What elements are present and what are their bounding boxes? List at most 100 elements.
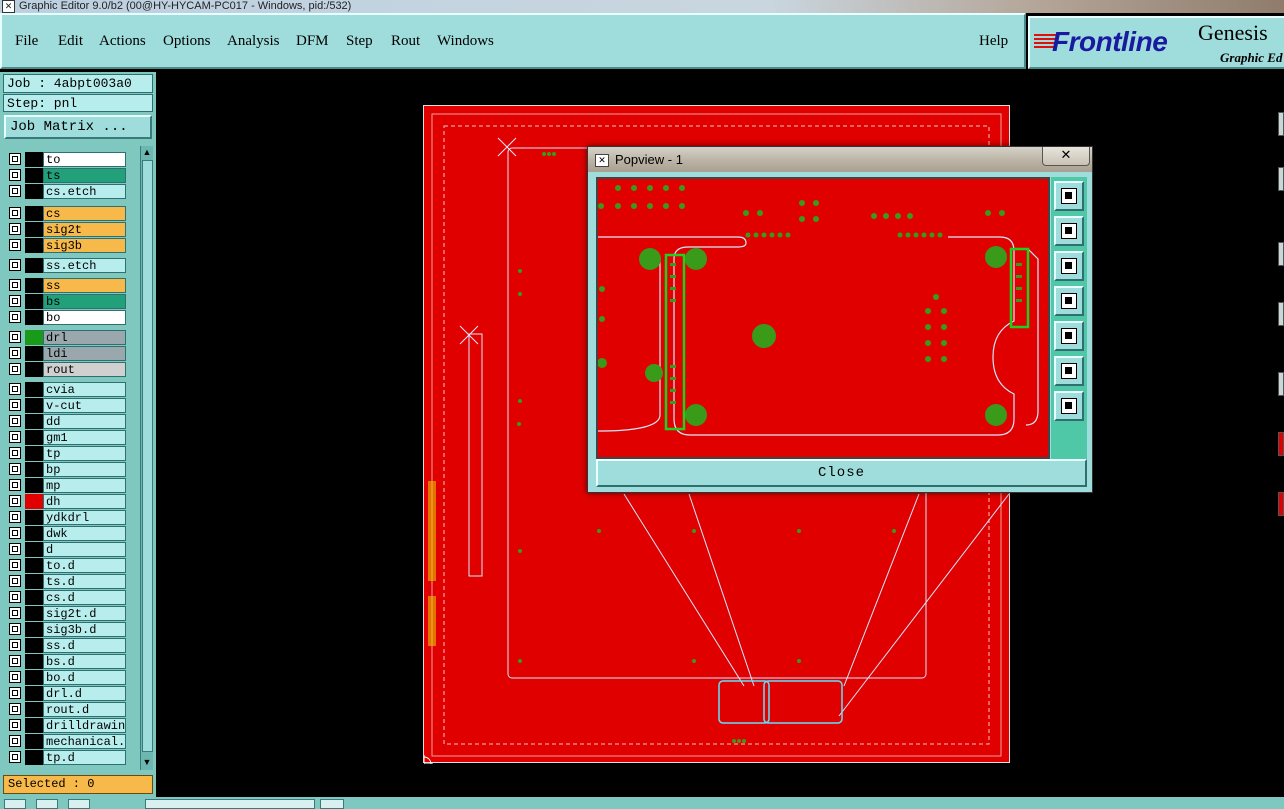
layer-name[interactable]: ldi <box>43 346 126 361</box>
layer-name[interactable]: dwk <box>43 526 126 541</box>
layer-checkbox[interactable] <box>9 239 21 251</box>
layer-row[interactable]: ss.etch <box>6 258 126 273</box>
layer-row[interactable]: dh <box>6 494 126 509</box>
layer-row[interactable]: ldi <box>6 346 126 361</box>
layer-row[interactable]: bs <box>6 294 126 309</box>
layer-checkbox[interactable] <box>9 591 21 603</box>
layer-checkbox[interactable] <box>9 703 21 715</box>
layer-checkbox[interactable] <box>9 153 21 165</box>
layer-row[interactable]: bo.d <box>6 670 126 685</box>
layer-checkbox[interactable] <box>9 639 21 651</box>
menu-help[interactable]: Help <box>979 33 1008 50</box>
layer-row[interactable]: rout.d <box>6 702 126 717</box>
layer-name[interactable]: cs <box>43 206 126 221</box>
zoom-window-icon[interactable] <box>1054 181 1084 211</box>
menu-options[interactable]: Options <box>163 33 211 50</box>
layer-row[interactable]: cs.etch <box>6 184 126 199</box>
layer-checkbox[interactable] <box>9 735 21 747</box>
layer-checkbox[interactable] <box>9 495 21 507</box>
layer-name[interactable]: tp <box>43 446 126 461</box>
layer-checkbox[interactable] <box>9 169 21 181</box>
layer-checkbox[interactable] <box>9 347 21 359</box>
layer-name[interactable]: bp <box>43 462 126 477</box>
layer-row[interactable]: gm1 <box>6 430 126 445</box>
layer-row[interactable]: sig2t <box>6 222 126 237</box>
layer-checkbox[interactable] <box>9 623 21 635</box>
layer-checkbox[interactable] <box>9 223 21 235</box>
layer-checkbox[interactable] <box>9 399 21 411</box>
layer-name[interactable]: ts.d <box>43 574 126 589</box>
menu-edit[interactable]: Edit <box>58 33 83 50</box>
layer-checkbox[interactable] <box>9 671 21 683</box>
layer-checkbox[interactable] <box>9 751 21 763</box>
fit-center-icon[interactable] <box>1054 391 1084 421</box>
layer-name[interactable]: ts <box>43 168 126 183</box>
layer-row[interactable]: mp <box>6 478 126 493</box>
layer-name[interactable]: dd <box>43 414 126 429</box>
bottom-tool-3[interactable] <box>68 799 90 809</box>
layer-row[interactable]: drl.d <box>6 686 126 701</box>
layer-checkbox[interactable] <box>9 311 21 323</box>
layer-row[interactable]: ss <box>6 278 126 293</box>
layer-checkbox[interactable] <box>9 207 21 219</box>
layer-name[interactable]: dh <box>43 494 126 509</box>
layer-checkbox[interactable] <box>9 719 21 731</box>
menu-actions[interactable]: Actions <box>99 33 146 50</box>
layer-row[interactable]: ts.d <box>6 574 126 589</box>
layer-name[interactable]: bo <box>43 310 126 325</box>
layer-name[interactable]: v-cut <box>43 398 126 413</box>
layer-checkbox[interactable] <box>9 185 21 197</box>
layer-name[interactable]: ss.d <box>43 638 126 653</box>
layer-checkbox[interactable] <box>9 575 21 587</box>
layer-row[interactable]: bs.d <box>6 654 126 669</box>
layer-checkbox[interactable] <box>9 431 21 443</box>
layer-checkbox[interactable] <box>9 527 21 539</box>
layer-row[interactable]: tp <box>6 446 126 461</box>
layer-name[interactable]: rout.d <box>43 702 126 717</box>
pan-left-icon[interactable] <box>1054 286 1084 316</box>
layer-name[interactable]: cvia <box>43 382 126 397</box>
layer-checkbox[interactable] <box>9 279 21 291</box>
layer-row[interactable]: drl <box>6 330 126 345</box>
popview-title-bar[interactable]: ✕ Popview - 1 <box>588 147 1092 172</box>
layer-checkbox[interactable] <box>9 295 21 307</box>
layer-checkbox[interactable] <box>9 331 21 343</box>
layer-name[interactable]: drl.d <box>43 686 126 701</box>
scroll-down-icon[interactable]: ▼ <box>142 756 152 768</box>
layer-name[interactable]: bo.d <box>43 670 126 685</box>
layer-row[interactable]: dd <box>6 414 126 429</box>
layer-row[interactable]: ydkdrl <box>6 510 126 525</box>
layer-checkbox[interactable] <box>9 447 21 459</box>
layer-row[interactable]: mechanical.p <box>6 734 126 749</box>
layer-row[interactable]: to.d <box>6 558 126 573</box>
layer-row[interactable]: dwk <box>6 526 126 541</box>
layer-checkbox[interactable] <box>9 607 21 619</box>
bottom-tool-1[interactable] <box>4 799 26 809</box>
layer-checkbox[interactable] <box>9 559 21 571</box>
layer-name[interactable]: gm1 <box>43 430 126 445</box>
layer-name[interactable]: cs.etch <box>43 184 126 199</box>
layer-name[interactable]: bs.d <box>43 654 126 669</box>
layer-row[interactable]: cs.d <box>6 590 126 605</box>
layer-row[interactable]: cvia <box>6 382 126 397</box>
pan-right-icon[interactable] <box>1054 321 1084 351</box>
layer-row[interactable]: sig2t.d <box>6 606 126 621</box>
bottom-tool-2[interactable] <box>36 799 58 809</box>
layer-name[interactable]: to <box>43 152 126 167</box>
layer-name[interactable]: sig2t <box>43 222 126 237</box>
command-input[interactable] <box>145 799 315 809</box>
layer-name[interactable]: ss <box>43 278 126 293</box>
layer-row[interactable]: ts <box>6 168 126 183</box>
layer-list-scrollbar[interactable]: ▲ ▼ <box>140 146 153 770</box>
layer-name[interactable]: drilldrawing <box>43 718 126 733</box>
layer-name[interactable]: cs.d <box>43 590 126 605</box>
layer-checkbox[interactable] <box>9 543 21 555</box>
layer-row[interactable]: v-cut <box>6 398 126 413</box>
layer-name[interactable]: to.d <box>43 558 126 573</box>
layer-row[interactable]: sig3b <box>6 238 126 253</box>
layer-name[interactable]: ss.etch <box>43 258 126 273</box>
zoom-in-icon[interactable] <box>1054 216 1084 246</box>
layer-name[interactable]: tp.d <box>43 750 126 765</box>
job-matrix-button[interactable]: Job Matrix ... <box>4 115 152 139</box>
layer-name[interactable]: sig2t.d <box>43 606 126 621</box>
